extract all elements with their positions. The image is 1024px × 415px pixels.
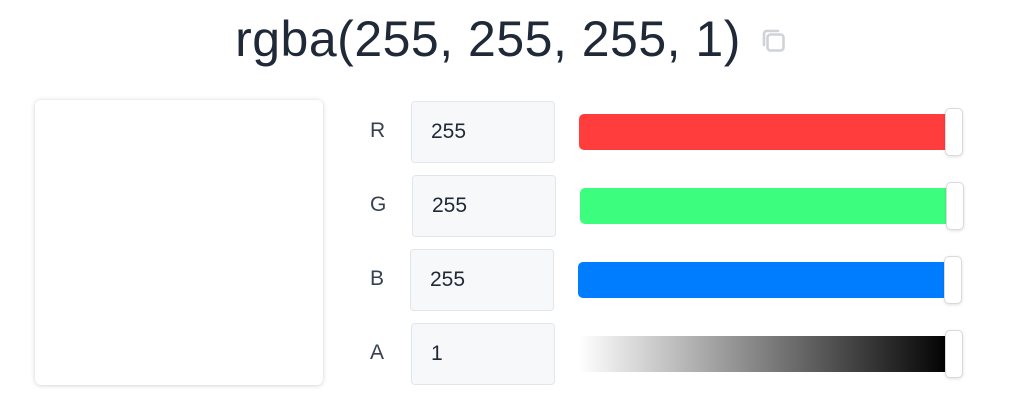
copy-icon-graphic [762,29,785,52]
green-value-input[interactable] [412,175,556,237]
red-slider-thumb[interactable] [945,108,963,156]
alpha-slider-track[interactable] [579,336,950,372]
alpha-slider-thumb[interactable] [945,330,963,378]
blue-slider-thumb[interactable] [944,256,962,304]
red-value-input[interactable] [411,101,555,163]
channel-row-red: R [360,101,970,163]
channel-row-green: G [360,175,970,237]
green-slider-track[interactable] [580,188,951,224]
channel-label-blue: B [370,267,385,290]
blue-value-input[interactable] [410,249,554,311]
color-value-title: rgba(255, 255, 255, 1) [235,11,741,67]
channel-row-alpha: A [360,323,970,385]
green-slider-thumb[interactable] [946,182,964,230]
color-preview-swatch [35,100,323,385]
channel-row-blue: B [360,249,970,311]
copy-icon[interactable] [759,26,789,56]
blue-slider-track[interactable] [578,262,949,298]
color-header: rgba(255, 255, 255, 1) [0,8,1024,70]
channel-label-red: R [370,119,386,142]
alpha-value-input[interactable] [411,323,555,385]
channel-label-alpha: A [370,341,385,364]
red-slider-track[interactable] [579,114,950,150]
channel-label-green: G [370,193,387,216]
